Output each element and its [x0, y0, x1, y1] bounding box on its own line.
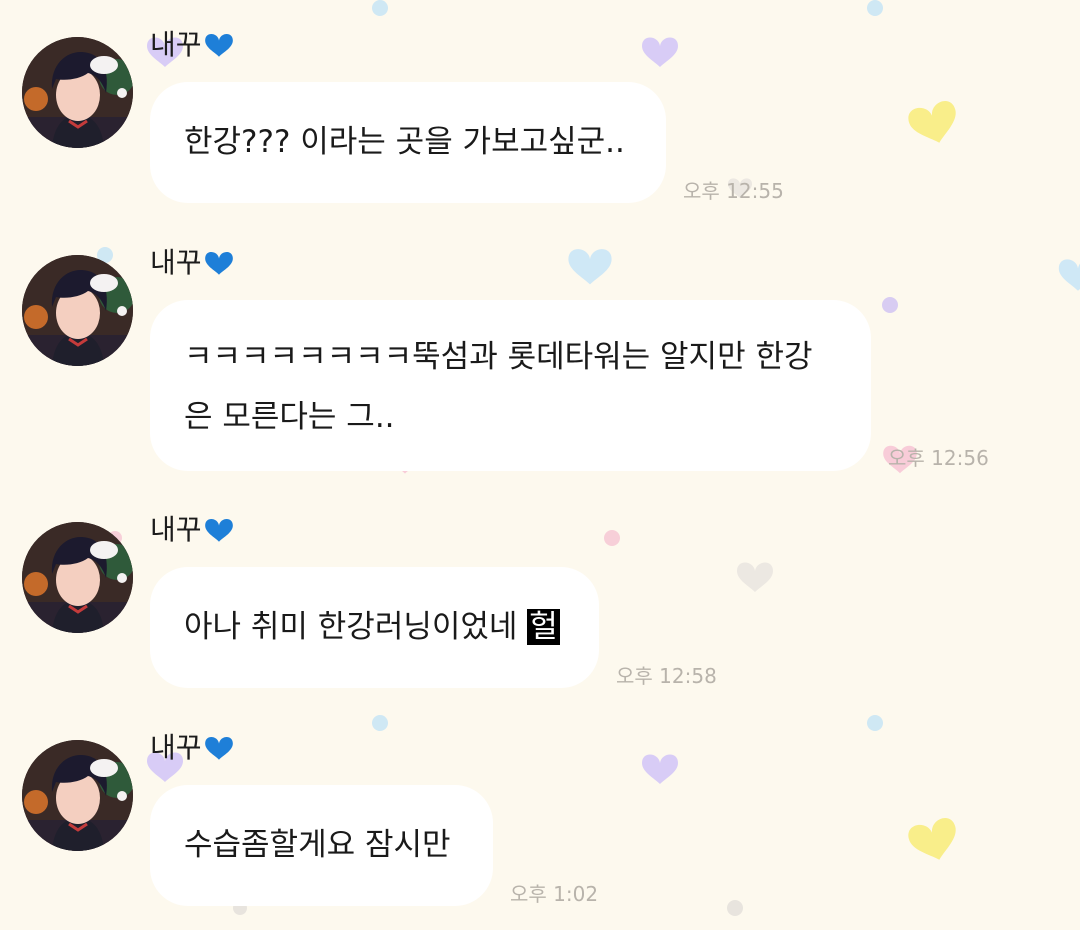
- avatar[interactable]: [22, 37, 133, 148]
- message-text: ㅋㅋㅋㅋㅋㅋㅋㅋ뚝섬과 롯데타워는 알지만 한강: [184, 339, 813, 375]
- timestamp: 오후 12:56: [888, 446, 989, 470]
- highlighted-text[interactable]: 헐: [527, 609, 560, 645]
- sender-name: 내꾸: [150, 731, 234, 765]
- sender-name: 내꾸: [150, 28, 234, 62]
- timestamp: 오후 12:58: [616, 664, 717, 688]
- blue-heart-icon: [204, 34, 233, 57]
- message-text: 한강??? 이라는 곳을 가보고싶군..: [184, 124, 625, 160]
- message-bubble[interactable]: 한강??? 이라는 곳을 가보고싶군..: [150, 82, 666, 203]
- sender-label: 내꾸: [150, 513, 202, 546]
- timestamp: 오후 12:55: [683, 179, 784, 203]
- timestamp: 오후 1:02: [510, 882, 599, 906]
- message-text: 은 모른다는 그..: [184, 399, 395, 435]
- message-text: 아나 취미 한강러닝이었네 헐: [184, 597, 565, 657]
- message-bubble[interactable]: 아나 취미 한강러닝이었네 헐: [150, 567, 599, 688]
- avatar[interactable]: [22, 740, 133, 851]
- message-text: 수습좀할게요 잠시만: [184, 827, 451, 863]
- avatar[interactable]: [22, 522, 133, 633]
- message-bubble[interactable]: ㅋㅋㅋㅋㅋㅋㅋㅋ뚝섬과 롯데타워는 알지만 한강 은 모른다는 그..: [150, 300, 871, 471]
- avatar[interactable]: [22, 255, 133, 366]
- sender-label: 내꾸: [150, 246, 202, 279]
- sender-name: 내꾸: [150, 513, 234, 547]
- blue-heart-icon: [204, 519, 233, 542]
- message-text-main: 아나 취미 한강러닝이었네: [184, 609, 528, 645]
- sender-label: 내꾸: [150, 28, 202, 61]
- message-bubble[interactable]: 수습좀할게요 잠시만: [150, 785, 493, 906]
- sender-name: 내꾸: [150, 246, 234, 280]
- blue-heart-icon: [204, 252, 233, 275]
- blue-heart-icon: [204, 737, 233, 760]
- sender-label: 내꾸: [150, 731, 202, 764]
